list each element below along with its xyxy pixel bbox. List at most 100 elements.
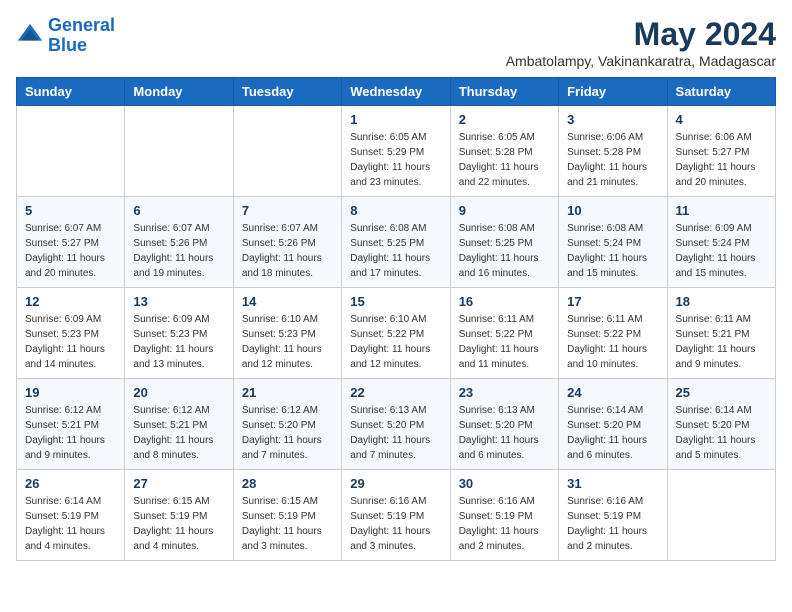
day-number: 30 bbox=[459, 476, 550, 491]
calendar-cell: 17 Sunrise: 6:11 AMSunset: 5:22 PMDayligh… bbox=[559, 288, 667, 379]
day-info: Sunrise: 6:09 AMSunset: 5:23 PMDaylight:… bbox=[25, 312, 116, 372]
day-info: Sunrise: 6:10 AMSunset: 5:22 PMDaylight:… bbox=[350, 312, 441, 372]
calendar-cell: 3Sunrise: 6:06 AMSunset: 5:28 PMDaylight… bbox=[559, 106, 667, 197]
day-number: 5 bbox=[25, 203, 116, 218]
day-number: 28 bbox=[242, 476, 333, 491]
day-header-tuesday: Tuesday bbox=[233, 78, 341, 106]
calendar-cell: 1 Sunrise: 6:05 AMSunset: 5:29 PMDaylight… bbox=[342, 106, 450, 197]
logo-text: General Blue bbox=[48, 16, 115, 56]
day-info: Sunrise: 6:15 AMSunset: 5:19 PMDaylight:… bbox=[133, 494, 224, 554]
day-info: Sunrise: 6:13 AMSunset: 5:20 PMDaylight:… bbox=[350, 403, 441, 463]
day-info: Sunrise: 6:12 AMSunset: 5:21 PMDaylight:… bbox=[133, 403, 224, 463]
calendar-cell: 2 Sunrise: 6:05 AMSunset: 5:28 PMDaylight… bbox=[450, 106, 558, 197]
calendar-cell: 25 Sunrise: 6:14 AMSunset: 5:20 PMDayligh… bbox=[667, 379, 775, 470]
location-subtitle: Ambatolampy, Vakinankaratra, Madagascar bbox=[506, 53, 776, 69]
calendar-cell: 12Sunrise: 6:09 AMSunset: 5:23 PMDayligh… bbox=[17, 288, 125, 379]
calendar-cell: 27Sunrise: 6:15 AMSunset: 5:19 PMDayligh… bbox=[125, 470, 233, 561]
calendar-week-row: 1 Sunrise: 6:05 AMSunset: 5:29 PMDaylight… bbox=[17, 106, 776, 197]
calendar-cell: 20 Sunrise: 6:12 AMSunset: 5:21 PMDayligh… bbox=[125, 379, 233, 470]
day-number: 22 bbox=[350, 385, 441, 400]
day-number: 24 bbox=[567, 385, 658, 400]
day-number: 18 bbox=[676, 294, 767, 309]
day-number: 29 bbox=[350, 476, 441, 491]
calendar-cell: 23Sunrise: 6:13 AMSunset: 5:20 PMDayligh… bbox=[450, 379, 558, 470]
day-info: Sunrise: 6:09 AMSunset: 5:24 PMDaylight:… bbox=[676, 221, 767, 281]
day-info: Sunrise: 6:08 AMSunset: 5:25 PMDaylight:… bbox=[350, 221, 441, 281]
calendar-cell: 19 Sunrise: 6:12 AMSunset: 5:21 PMDayligh… bbox=[17, 379, 125, 470]
day-header-wednesday: Wednesday bbox=[342, 78, 450, 106]
calendar-cell: 30Sunrise: 6:16 AMSunset: 5:19 PMDayligh… bbox=[450, 470, 558, 561]
day-info: Sunrise: 6:05 AMSunset: 5:29 PMDaylight:… bbox=[350, 130, 441, 190]
calendar-cell: 29 Sunrise: 6:16 AMSunset: 5:19 PMDayligh… bbox=[342, 470, 450, 561]
day-number: 10 bbox=[567, 203, 658, 218]
calendar-cell: 16 Sunrise: 6:11 AMSunset: 5:22 PMDayligh… bbox=[450, 288, 558, 379]
day-number: 31 bbox=[567, 476, 658, 491]
day-number: 21 bbox=[242, 385, 333, 400]
calendar-cell: 21 Sunrise: 6:12 AMSunset: 5:20 PMDayligh… bbox=[233, 379, 341, 470]
day-number: 7 bbox=[242, 203, 333, 218]
calendar-cell: 9 Sunrise: 6:08 AMSunset: 5:25 PMDaylight… bbox=[450, 197, 558, 288]
day-info: Sunrise: 6:15 AMSunset: 5:19 PMDaylight:… bbox=[242, 494, 333, 554]
calendar-cell: 18 Sunrise: 6:11 AMSunset: 5:21 PMDayligh… bbox=[667, 288, 775, 379]
calendar-cell bbox=[233, 106, 341, 197]
calendar-cell: 24 Sunrise: 6:14 AMSunset: 5:20 PMDayligh… bbox=[559, 379, 667, 470]
calendar-cell: 28 Sunrise: 6:15 AMSunset: 5:19 PMDayligh… bbox=[233, 470, 341, 561]
day-header-sunday: Sunday bbox=[17, 78, 125, 106]
logo-icon bbox=[16, 22, 44, 50]
calendar-cell: 31 Sunrise: 6:16 AMSunset: 5:19 PMDayligh… bbox=[559, 470, 667, 561]
day-header-thursday: Thursday bbox=[450, 78, 558, 106]
day-info: Sunrise: 6:14 AMSunset: 5:20 PMDaylight:… bbox=[676, 403, 767, 463]
day-number: 1 bbox=[350, 112, 441, 127]
calendar-table: SundayMondayTuesdayWednesdayThursdayFrid… bbox=[16, 77, 776, 561]
day-number: 19 bbox=[25, 385, 116, 400]
calendar-week-row: 5 Sunrise: 6:07 AMSunset: 5:27 PMDaylight… bbox=[17, 197, 776, 288]
calendar-header-row: SundayMondayTuesdayWednesdayThursdayFrid… bbox=[17, 78, 776, 106]
day-number: 2 bbox=[459, 112, 550, 127]
day-info: Sunrise: 6:14 AMSunset: 5:20 PMDaylight:… bbox=[567, 403, 658, 463]
day-info: Sunrise: 6:07 AMSunset: 5:27 PMDaylight:… bbox=[25, 221, 116, 281]
day-info: Sunrise: 6:11 AMSunset: 5:22 PMDaylight:… bbox=[567, 312, 658, 372]
calendar-cell: 13Sunrise: 6:09 AMSunset: 5:23 PMDayligh… bbox=[125, 288, 233, 379]
day-info: Sunrise: 6:09 AMSunset: 5:23 PMDaylight:… bbox=[133, 312, 224, 372]
day-info: Sunrise: 6:13 AMSunset: 5:20 PMDaylight:… bbox=[459, 403, 550, 463]
day-info: Sunrise: 6:05 AMSunset: 5:28 PMDaylight:… bbox=[459, 130, 550, 190]
day-info: Sunrise: 6:12 AMSunset: 5:21 PMDaylight:… bbox=[25, 403, 116, 463]
calendar-cell bbox=[17, 106, 125, 197]
day-info: Sunrise: 6:16 AMSunset: 5:19 PMDaylight:… bbox=[350, 494, 441, 554]
day-number: 9 bbox=[459, 203, 550, 218]
day-header-monday: Monday bbox=[125, 78, 233, 106]
calendar-cell: 14Sunrise: 6:10 AMSunset: 5:23 PMDayligh… bbox=[233, 288, 341, 379]
calendar-week-row: 26 Sunrise: 6:14 AMSunset: 5:19 PMDayligh… bbox=[17, 470, 776, 561]
day-info: Sunrise: 6:16 AMSunset: 5:19 PMDaylight:… bbox=[567, 494, 658, 554]
day-info: Sunrise: 6:08 AMSunset: 5:24 PMDaylight:… bbox=[567, 221, 658, 281]
logo: General Blue bbox=[16, 16, 115, 56]
day-number: 8 bbox=[350, 203, 441, 218]
title-section: May 2024 Ambatolampy, Vakinankaratra, Ma… bbox=[506, 16, 776, 69]
calendar-cell: 4Sunrise: 6:06 AMSunset: 5:27 PMDaylight… bbox=[667, 106, 775, 197]
day-number: 11 bbox=[676, 203, 767, 218]
calendar-cell: 15 Sunrise: 6:10 AMSunset: 5:22 PMDayligh… bbox=[342, 288, 450, 379]
day-info: Sunrise: 6:07 AMSunset: 5:26 PMDaylight:… bbox=[133, 221, 224, 281]
day-info: Sunrise: 6:06 AMSunset: 5:27 PMDaylight:… bbox=[676, 130, 767, 190]
calendar-week-row: 19 Sunrise: 6:12 AMSunset: 5:21 PMDayligh… bbox=[17, 379, 776, 470]
logo-line1: General bbox=[48, 15, 115, 35]
day-info: Sunrise: 6:11 AMSunset: 5:21 PMDaylight:… bbox=[676, 312, 767, 372]
day-info: Sunrise: 6:06 AMSunset: 5:28 PMDaylight:… bbox=[567, 130, 658, 190]
calendar-week-row: 12Sunrise: 6:09 AMSunset: 5:23 PMDayligh… bbox=[17, 288, 776, 379]
day-info: Sunrise: 6:11 AMSunset: 5:22 PMDaylight:… bbox=[459, 312, 550, 372]
day-header-friday: Friday bbox=[559, 78, 667, 106]
logo-line2: Blue bbox=[48, 35, 87, 55]
calendar-cell bbox=[125, 106, 233, 197]
day-number: 16 bbox=[459, 294, 550, 309]
day-number: 26 bbox=[25, 476, 116, 491]
page-header: General Blue May 2024 Ambatolampy, Vakin… bbox=[16, 16, 776, 69]
day-number: 25 bbox=[676, 385, 767, 400]
day-info: Sunrise: 6:12 AMSunset: 5:20 PMDaylight:… bbox=[242, 403, 333, 463]
day-info: Sunrise: 6:08 AMSunset: 5:25 PMDaylight:… bbox=[459, 221, 550, 281]
day-number: 14 bbox=[242, 294, 333, 309]
day-number: 20 bbox=[133, 385, 224, 400]
day-info: Sunrise: 6:14 AMSunset: 5:19 PMDaylight:… bbox=[25, 494, 116, 554]
day-number: 17 bbox=[567, 294, 658, 309]
calendar-cell bbox=[667, 470, 775, 561]
day-number: 15 bbox=[350, 294, 441, 309]
